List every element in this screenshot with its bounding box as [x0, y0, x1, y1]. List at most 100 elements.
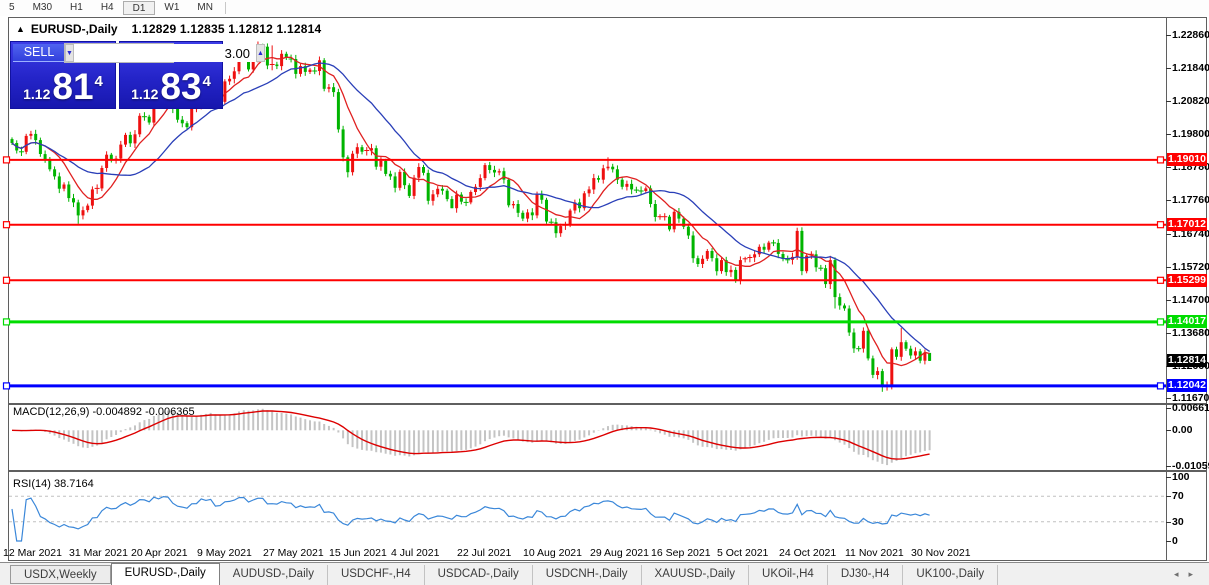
- macd-axis-tick-mark: [1166, 430, 1171, 431]
- date-axis-tick: 11 Nov 2021: [845, 547, 904, 559]
- price-axis-tick-mark: [1166, 398, 1171, 399]
- tab-scroll-arrows[interactable]: ◂▸: [1174, 569, 1203, 580]
- date-axis-tick: 5 Oct 2021: [717, 547, 769, 559]
- date-axis-tick: 10 Aug 2021: [523, 547, 582, 559]
- sell-price-pip: 4: [94, 73, 103, 90]
- date-axis-tick: 24 Oct 2021: [779, 547, 837, 559]
- chart-tab-AUDUSD-Daily[interactable]: AUDUSD-,Daily: [220, 565, 328, 585]
- timeframe-button-MN[interactable]: MN: [188, 1, 222, 15]
- horizontal-line-1.17012[interactable]: [2, 221, 1167, 229]
- sell-button[interactable]: SELL: [13, 44, 65, 62]
- price-axis-tick: 1.13680: [1172, 327, 1209, 339]
- chart-tab-UK100-Daily[interactable]: UK100-,Daily: [903, 565, 999, 585]
- date-axis-tick: 9 May 2021: [197, 547, 252, 559]
- price-axis-tick: 1.22860: [1172, 29, 1209, 41]
- price-axis-tick-mark: [1166, 68, 1171, 69]
- date-axis-tick: 20 Apr 2021: [131, 547, 188, 559]
- horizontal-line-1.14017[interactable]: [2, 318, 1167, 326]
- macd-axis-tick-mark: [1166, 408, 1171, 409]
- chart-symbol-period: EURUSD-,Daily: [30, 22, 118, 36]
- macd-values: -0.004892 -0.006365: [92, 406, 195, 418]
- horizontal-line-1.12042[interactable]: [2, 382, 1167, 390]
- chart-tab-USDCAD-Daily[interactable]: USDCAD-,Daily: [425, 565, 533, 585]
- date-axis-tick: 15 Jun 2021: [329, 547, 387, 559]
- price-axis-tick-mark: [1166, 333, 1171, 334]
- price-axis-tick-mark: [1166, 134, 1171, 135]
- chart-ohlc-values: 1.12829 1.12835 1.12812 1.12814: [131, 22, 322, 36]
- toolbar-separator: [224, 2, 226, 14]
- rsi-axis-tick-mark: [1166, 477, 1171, 478]
- price-axis-tick: 1.20820: [1172, 95, 1209, 107]
- date-axis-tick: 22 Jul 2021: [457, 547, 512, 559]
- rsi-axis-tick: 0: [1172, 535, 1178, 547]
- price-axis-tick-mark: [1166, 200, 1171, 201]
- trading-platform-screen: 5 M30 H1 H4 D1 W1 MN ▲ EURUSD-,Daily 1.12829 1…: [0, 0, 1209, 585]
- rsi-axis-tick-mark: [1166, 541, 1171, 542]
- timeframe-button-W1[interactable]: W1: [155, 1, 188, 15]
- buy-price-big: 83: [160, 66, 202, 107]
- tab-scroll-left-icon: ◂: [1173, 569, 1189, 579]
- price-axis-tick: 1.19800: [1172, 128, 1209, 140]
- rsi-indicator-label: RSI(14) 38.7164: [13, 478, 94, 490]
- hline-price-tag: 1.17012: [1167, 218, 1207, 231]
- date-axis-tick: 27 May 2021: [263, 547, 324, 559]
- rsi-line: [11, 495, 930, 542]
- price-axis-tick-mark: [1166, 101, 1171, 102]
- timeframe-button-M30[interactable]: M30: [24, 1, 61, 15]
- date-axis-tick: 30 Nov 2021: [911, 547, 971, 559]
- chart-tab-bar: USDX,Weekly EURUSD-,Daily AUDUSD-,Daily USD…: [0, 562, 1209, 585]
- macd-axis-tick: 0.00: [1172, 424, 1193, 436]
- tab-scroll-right-icon: ▸: [1188, 569, 1203, 579]
- timeframe-button-H4[interactable]: H4: [92, 1, 123, 15]
- price-axis-tick-mark: [1166, 300, 1171, 301]
- main-macd-splitter[interactable]: [8, 403, 1207, 405]
- date-axis-tick: 29 Aug 2021: [590, 547, 649, 559]
- chart-tab-USDCHF-H4[interactable]: USDCHF-,H4: [328, 565, 425, 585]
- price-axis-tick: 1.15720: [1172, 261, 1209, 273]
- date-axis-tick: 4 Jul 2021: [391, 547, 440, 559]
- timeframe-button-5[interactable]: 5: [0, 1, 24, 15]
- rsi-axis-tick: 30: [1172, 516, 1184, 528]
- date-axis-tick: 12 Mar 2021: [3, 547, 62, 559]
- chart-tab-UKOil-H4[interactable]: UKOil-,H4: [749, 565, 828, 585]
- timeframe-button-H1[interactable]: H1: [61, 1, 92, 15]
- macd-rsi-splitter[interactable]: [8, 470, 1207, 472]
- price-axis-tick-mark: [1166, 234, 1171, 235]
- macd-axis-tick: 0.006611: [1172, 402, 1209, 414]
- rsi-axis-tick: 100: [1172, 471, 1190, 483]
- one-click-trade-panel: 1.12 81 4 1.12 83 4 SELL BUY ▼ ▲: [10, 41, 265, 109]
- horizontal-line-1.19010[interactable]: [2, 156, 1167, 164]
- hline-price-tag: 1.15299: [1167, 274, 1207, 287]
- volume-input[interactable]: [73, 44, 256, 62]
- rsi-axis-tick: 70: [1172, 490, 1184, 502]
- chart-tab-USDX-Weekly[interactable]: USDX,Weekly: [10, 565, 111, 584]
- chart-tab-EURUSD-Daily[interactable]: EURUSD-,Daily: [110, 563, 220, 585]
- hline-price-tag: 1.14017: [1167, 315, 1207, 328]
- timeframe-button-D1[interactable]: D1: [122, 1, 156, 15]
- chart-tab-XAUUSD-Daily[interactable]: XAUUSD-,Daily: [642, 565, 750, 585]
- horizontal-line-1.15299[interactable]: [2, 276, 1167, 284]
- price-axis-tick: 1.14700: [1172, 294, 1209, 306]
- current-price-tag: 1.12814: [1167, 354, 1207, 367]
- hline-price-tag: 1.19010: [1167, 153, 1207, 166]
- price-axis-tick-mark: [1166, 167, 1171, 168]
- price-axis-tick: 1.21840: [1172, 62, 1209, 74]
- price-axis-tick-mark: [1166, 267, 1171, 268]
- macd-axis-tick-mark: [1166, 466, 1171, 467]
- hline-price-tag: 1.12042: [1167, 379, 1207, 392]
- price-axis-line: [1166, 18, 1167, 560]
- date-axis-tick: 31 Mar 2021: [69, 547, 128, 559]
- volume-increase-button[interactable]: ▲: [255, 44, 265, 62]
- sell-price-big: 81: [52, 66, 94, 107]
- chart-tab-USDCNH-Daily[interactable]: USDCNH-,Daily: [533, 565, 642, 585]
- rsi-panel-area: [9, 495, 1165, 542]
- window-collapse-icon[interactable]: ▲: [16, 24, 25, 34]
- date-axis-tick: 16 Sep 2021: [651, 547, 711, 559]
- timeframe-toolbar: 5 M30 H1 H4 D1 W1 MN: [0, 0, 1209, 16]
- price-axis-tick-mark: [1166, 35, 1171, 36]
- chart-tab-DJ30-H4[interactable]: DJ30-,H4: [828, 565, 904, 585]
- rsi-value: 38.7164: [53, 478, 94, 490]
- volume-control: ▼ ▲: [64, 43, 265, 63]
- rsi-axis-tick-mark: [1166, 522, 1171, 523]
- volume-decrease-button[interactable]: ▼: [65, 44, 74, 62]
